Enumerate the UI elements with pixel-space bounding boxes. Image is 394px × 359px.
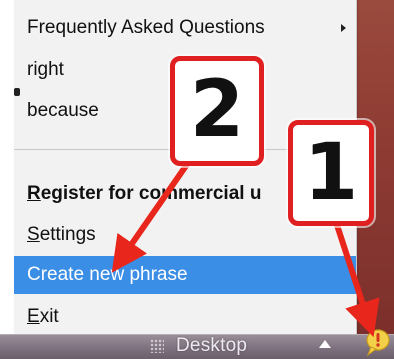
menu-item-label: Create new phrase [27, 264, 188, 285]
menu-item-exit[interactable]: Exit [14, 298, 356, 336]
menu-item-label: because [27, 100, 99, 121]
taskbar-grip-icon[interactable] [150, 339, 164, 353]
chevron-right-icon [341, 24, 346, 32]
menu-item-create-new-phrase[interactable]: Create new phrase [14, 256, 356, 294]
desktop-background-left [0, 0, 14, 358]
menu-item-label: Settings [27, 224, 96, 245]
menu-item-label: right [27, 59, 64, 80]
annotation-badge-2: 2 [170, 56, 264, 166]
speech-bubble-exclamation-icon[interactable] [361, 326, 393, 358]
menu-item-label: Frequently Asked Questions [27, 17, 265, 38]
menu-item-label: Register for commercial u [27, 183, 262, 204]
taskbar-desktop-toolbar[interactable]: Desktop [176, 334, 247, 358]
menu-item-faq[interactable]: Frequently Asked Questions [14, 9, 356, 47]
annotation-badge-1: 1 [288, 120, 374, 226]
tray-up-arrow-icon[interactable] [319, 340, 331, 348]
menu-item-label: Exit [27, 306, 59, 327]
